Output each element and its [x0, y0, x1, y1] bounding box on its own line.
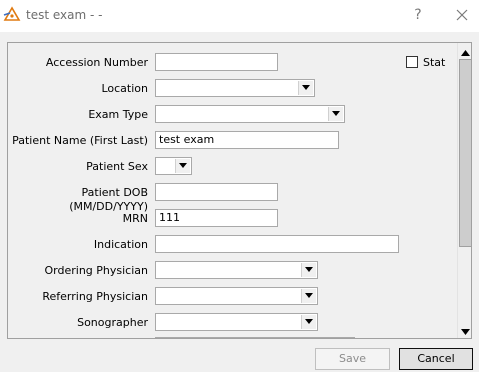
- indication-input[interactable]: [155, 235, 399, 253]
- title-bar: test exam - - ?: [0, 0, 479, 32]
- patient-dob-label: Patient DOB (MM/DD/YYYY): [69, 186, 148, 213]
- close-icon: [450, 9, 474, 28]
- sonographer-dropdown[interactable]: [155, 313, 318, 331]
- referring-physician-dropdown[interactable]: [155, 287, 318, 305]
- chevron-down-icon: [301, 315, 316, 329]
- cancel-button[interactable]: Cancel: [399, 348, 473, 370]
- close-button[interactable]: [450, 5, 474, 25]
- accession-number-input[interactable]: [155, 53, 278, 71]
- next-field-partial[interactable]: [155, 337, 355, 338]
- chevron-down-icon: [298, 81, 313, 95]
- indication-label: Indication: [93, 238, 148, 251]
- location-dropdown[interactable]: [155, 79, 315, 97]
- scrollbar-thumb[interactable]: [459, 59, 471, 247]
- ordering-physician-dropdown[interactable]: [155, 261, 318, 279]
- stat-checkbox[interactable]: [406, 56, 418, 68]
- chevron-down-icon: [175, 159, 190, 173]
- window-title: test exam - -: [26, 8, 103, 22]
- location-label: Location: [101, 82, 148, 95]
- patient-name-input[interactable]: test exam: [155, 131, 339, 149]
- mrn-label: MRN: [122, 212, 148, 225]
- ordering-physician-label: Ordering Physician: [44, 264, 149, 277]
- patient-sex-dropdown[interactable]: [155, 157, 192, 175]
- help-button[interactable]: ?: [406, 5, 430, 25]
- exam-form-panel: Accession Number Stat Location Exam Type…: [7, 42, 472, 339]
- vertical-scrollbar[interactable]: [457, 43, 471, 338]
- exam-type-dropdown[interactable]: [155, 105, 345, 123]
- chevron-down-icon: [301, 263, 316, 277]
- chevron-down-icon: [301, 289, 316, 303]
- mrn-input[interactable]: 111: [155, 209, 278, 227]
- scroll-down-icon[interactable]: [461, 325, 470, 338]
- scroll-up-icon[interactable]: [461, 46, 470, 59]
- referring-physician-label: Referring Physician: [42, 290, 148, 303]
- patient-name-label: Patient Name (First Last): [12, 134, 148, 147]
- exam-type-label: Exam Type: [88, 108, 148, 121]
- sonographer-label: Sonographer: [77, 316, 148, 329]
- accession-number-label: Accession Number: [45, 56, 148, 69]
- chevron-down-icon: [328, 107, 343, 121]
- patient-dob-input[interactable]: [155, 183, 278, 201]
- stat-label: Stat: [423, 56, 446, 69]
- patient-sex-label: Patient Sex: [86, 160, 148, 173]
- app-triangle-icon: [3, 6, 21, 22]
- save-button[interactable]: Save: [315, 348, 390, 370]
